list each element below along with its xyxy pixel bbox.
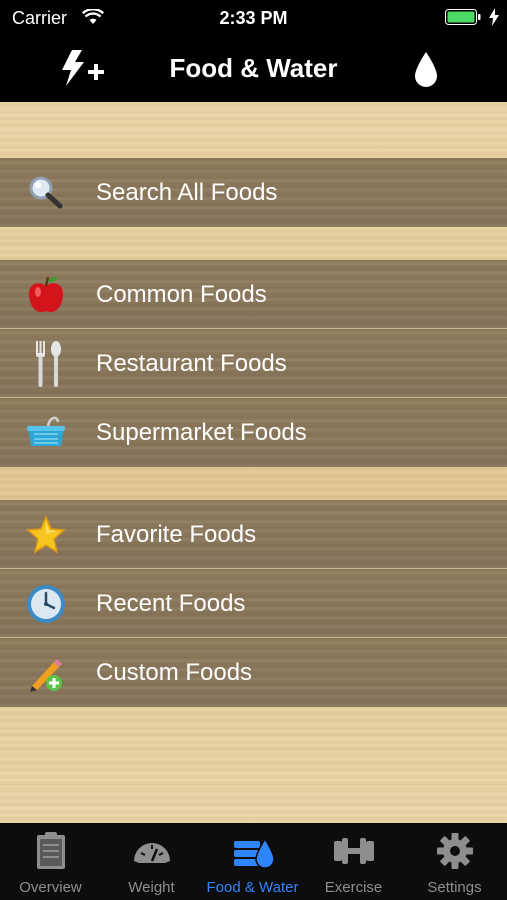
magnifier-icon <box>29 176 63 209</box>
clipboard-icon <box>37 832 65 869</box>
dumbbell-icon <box>334 838 374 864</box>
menu-item-label: Custom Foods <box>96 659 253 686</box>
menu-item-label: Common Foods <box>96 281 267 308</box>
menu-background: Search All Foods Common Foods Restaurant… <box>0 102 507 823</box>
star-icon <box>26 515 66 554</box>
tab-overview[interactable]: Overview <box>0 823 101 900</box>
menu-item-label: Recent Foods <box>96 590 246 617</box>
menu-group-my-foods: Favorite Foods Recent Foods Custom Foods <box>0 500 507 707</box>
tab-food-water[interactable]: Food & Water <box>202 823 303 900</box>
menu-item-favorite-foods[interactable]: Favorite Foods <box>0 500 507 569</box>
pencil-plus-icon <box>30 659 62 692</box>
tab-label: Weight <box>128 879 175 896</box>
tab-label: Exercise <box>324 879 383 896</box>
tab-bar: Overview Weight Food & Water Exercise Se… <box>0 823 507 900</box>
menu-item-restaurant-foods[interactable]: Restaurant Foods <box>0 329 507 398</box>
tab-label: Overview <box>19 879 82 896</box>
menu-item-common-foods[interactable]: Common Foods <box>0 260 507 329</box>
menu-item-label: Restaurant Foods <box>96 350 287 377</box>
navigation-bar: Food & Water <box>0 36 507 102</box>
clock-icon <box>27 585 65 623</box>
fork-spoon-icon <box>36 341 61 387</box>
menu-group-food-sources: Common Foods Restaurant Foods Supermarke… <box>0 260 507 467</box>
tab-label: Food & Water <box>206 879 299 896</box>
charging-icon <box>489 8 499 26</box>
tab-settings[interactable]: Settings <box>404 823 505 900</box>
food-water-icon <box>234 837 274 869</box>
menu-item-label: Supermarket Foods <box>96 419 307 446</box>
menu-item-supermarket-foods[interactable]: Supermarket Foods <box>0 398 507 467</box>
menu-item-custom-foods[interactable]: Custom Foods <box>0 638 507 707</box>
gear-icon <box>437 833 473 869</box>
menu-item-recent-foods[interactable]: Recent Foods <box>0 569 507 638</box>
battery-icon <box>445 9 481 25</box>
menu-item-label: Search All Foods <box>96 179 278 206</box>
tab-label: Settings <box>427 879 482 896</box>
apple-icon <box>28 276 64 313</box>
water-drop-icon[interactable] <box>412 50 440 90</box>
menu-item-search-all-foods[interactable]: Search All Foods <box>0 158 507 227</box>
status-bar: Carrier 2:33 PM <box>0 0 507 36</box>
status-time: 2:33 PM <box>219 8 288 28</box>
tab-weight[interactable]: Weight <box>101 823 202 900</box>
menu-group-search: Search All Foods <box>0 158 507 227</box>
basket-icon <box>27 416 65 446</box>
tab-exercise[interactable]: Exercise <box>303 823 404 900</box>
menu-item-label: Favorite Foods <box>96 521 257 548</box>
scale-icon <box>134 843 170 863</box>
